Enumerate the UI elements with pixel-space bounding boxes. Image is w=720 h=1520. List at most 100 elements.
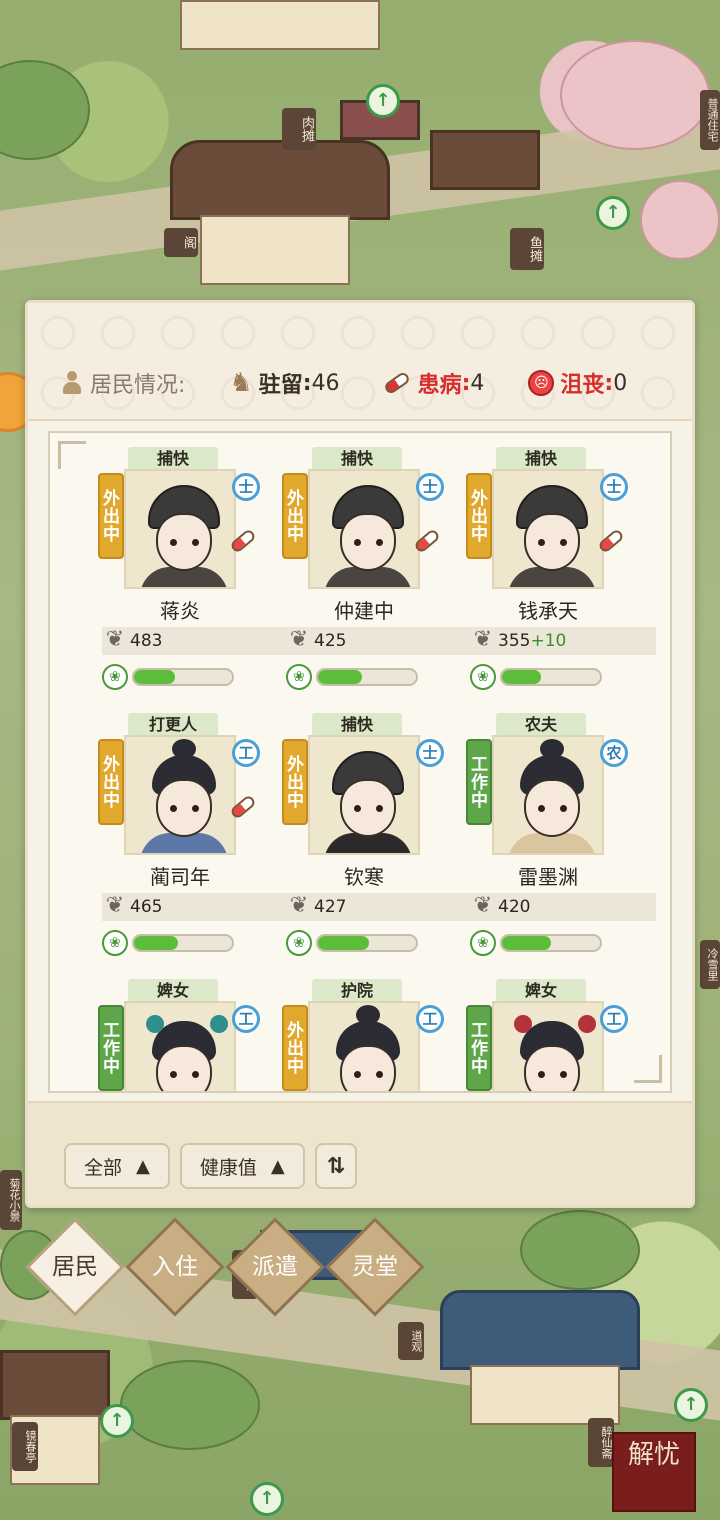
heart-icon: ❦ [289, 627, 309, 652]
resident-portrait [492, 735, 604, 855]
temple-roof [440, 1290, 640, 1370]
sad-label: 沮丧 [560, 373, 605, 398]
person-icon [62, 371, 82, 395]
sort-order-button[interactable]: ⇅ [314, 1143, 358, 1189]
sad-colon: : [604, 370, 614, 396]
jieyou-stamp-button[interactable]: 解忧 [612, 1432, 696, 1512]
map-sign[interactable]: 醉仙斋 [588, 1418, 614, 1467]
sick-stat: 患病 : 4 [382, 367, 485, 399]
chevron-up-icon: ▲ [136, 1155, 150, 1177]
health-value: 355 [498, 631, 531, 651]
rank-badge: 工 [232, 739, 260, 767]
map-sign[interactable]: 肉摊 [282, 108, 316, 150]
nav-tab[interactable]: 灵堂 [325, 1217, 425, 1317]
map-sign[interactable]: 道观 [398, 1322, 424, 1360]
face [340, 1045, 396, 1091]
vitality-bar-fill [134, 670, 176, 684]
pill-icon [382, 370, 411, 396]
cherry-tree [560, 40, 710, 150]
sad-stat: ☹ 沮丧 : 0 [528, 367, 627, 399]
vitality-row: ❀ [102, 663, 288, 691]
vitality-row: ❀ [286, 663, 472, 691]
nav-tab-label: 居民 [52, 1254, 98, 1280]
resident-name: 仲建中 [334, 599, 394, 623]
residents-list[interactable]: 捕快 外出中 士 蒋炎 ❦ 483 ❀ 捕快 外出中 士 仲建中 ❦ 425 ❀… [48, 431, 672, 1093]
nav-tab[interactable]: 派遣 [225, 1217, 325, 1317]
vitality-row: ❀ [286, 929, 472, 957]
status-tag: 外出中 [98, 739, 124, 825]
map-sign[interactable]: 镜春亭 [12, 1422, 38, 1471]
face [340, 779, 396, 837]
rank-badge: 工 [600, 1005, 628, 1033]
vitality-row: ❀ [470, 929, 656, 957]
resident-card[interactable]: 捕快 外出中 士 仲建中 ❦ 425 ❀ [282, 447, 472, 707]
upgrade-arrow-icon[interactable]: ↑ [250, 1482, 284, 1516]
rank-badge: 工 [232, 1005, 260, 1033]
health-value: 425 [314, 631, 347, 651]
map-sign[interactable]: 鱼摊 [510, 228, 544, 270]
nav-tab[interactable]: 居民 [25, 1217, 125, 1317]
resident-portrait [308, 735, 420, 855]
tree [0, 60, 90, 160]
resident-portrait [124, 469, 236, 589]
role-tag: 护院 [312, 979, 402, 1003]
map-sign[interactable]: 冷雪里 [700, 940, 720, 989]
role-tag: 农夫 [496, 713, 586, 737]
resident-portrait [492, 1001, 604, 1091]
resident-portrait [124, 735, 236, 855]
resident-card[interactable]: 打更人 外出中 工 蔺司年 ❦ 465 ❀ [98, 713, 288, 973]
sick-value: 4 [470, 370, 485, 396]
vitality-bar-fill [318, 936, 369, 950]
resident-card[interactable]: 婢女 工作中 工 [466, 979, 656, 1091]
status-tag: 外出中 [466, 473, 492, 559]
bottom-nav: 居民 入住 派遣 灵堂 [25, 1217, 425, 1317]
resident-card[interactable]: 农夫 工作中 农 雷墨渊 ❦ 420 ❀ [466, 713, 656, 973]
corner-ornament [58, 441, 86, 469]
resident-card[interactable]: 婢女 工作中 工 [98, 979, 288, 1091]
role-tag: 捕快 [128, 447, 218, 471]
vitality-bar [132, 934, 234, 952]
status-tag: 外出中 [98, 473, 124, 559]
health-row: ❦ 355 +10 [470, 627, 656, 655]
resident-card[interactable]: 捕快 外出中 士 蒋炎 ❦ 483 ❀ [98, 447, 288, 707]
filter-all-dropdown[interactable]: 全部 ▲ [64, 1143, 170, 1189]
vitality-row: ❀ [102, 929, 288, 957]
upgrade-arrow-icon[interactable]: ↑ [366, 84, 400, 118]
rank-badge: 工 [416, 1005, 444, 1033]
rank-badge: 士 [232, 473, 260, 501]
upgrade-arrow-icon[interactable]: ↑ [100, 1404, 134, 1438]
map-sign[interactable]: 菊花小景 [0, 1170, 22, 1230]
nav-tab[interactable]: 入住 [125, 1217, 225, 1317]
role-tag: 婢女 [496, 979, 586, 1003]
cherry-tree [640, 180, 720, 260]
leaf-icon: ❀ [286, 930, 312, 956]
vitality-bar-fill [318, 670, 363, 684]
health-value: 420 [498, 897, 531, 917]
temple-wall [470, 1365, 620, 1425]
resident-card[interactable]: 捕快 外出中 士 钦寒 ❦ 427 ❀ [282, 713, 472, 973]
resident-portrait [492, 469, 604, 589]
heart-icon: ❦ [289, 893, 309, 918]
health-value: 465 [130, 897, 163, 917]
vitality-bar [316, 934, 418, 952]
upgrade-arrow-icon[interactable]: ↑ [596, 196, 630, 230]
heart-icon: ❦ [473, 627, 493, 652]
sick-label: 患病 [417, 373, 462, 398]
upgrade-arrow-icon[interactable]: ↑ [674, 1388, 708, 1422]
role-tag: 捕快 [312, 447, 402, 471]
map-sign[interactable]: 阁 [164, 228, 198, 257]
resident-name: 钦寒 [344, 865, 384, 889]
pavilion-wall [200, 215, 350, 285]
resident-card[interactable]: 捕快 外出中 士 钱承天 ❦ 355 +10 ❀ [466, 447, 656, 707]
map-sign[interactable]: 普通住宅 [700, 90, 720, 150]
face [524, 1045, 580, 1091]
sort-health-dropdown[interactable]: 健康值 ▲ [179, 1143, 305, 1189]
health-row: ❦ 425 [286, 627, 472, 655]
resident-card[interactable]: 护院 外出中 工 [282, 979, 472, 1091]
status-tag: 外出中 [282, 1005, 308, 1091]
status-tag: 外出中 [282, 739, 308, 825]
vitality-bar [316, 668, 418, 686]
stamp-text: 解忧 [627, 1440, 680, 1470]
horse-icon: ♞ [229, 368, 253, 398]
stay-label: 驻留 [258, 373, 303, 398]
